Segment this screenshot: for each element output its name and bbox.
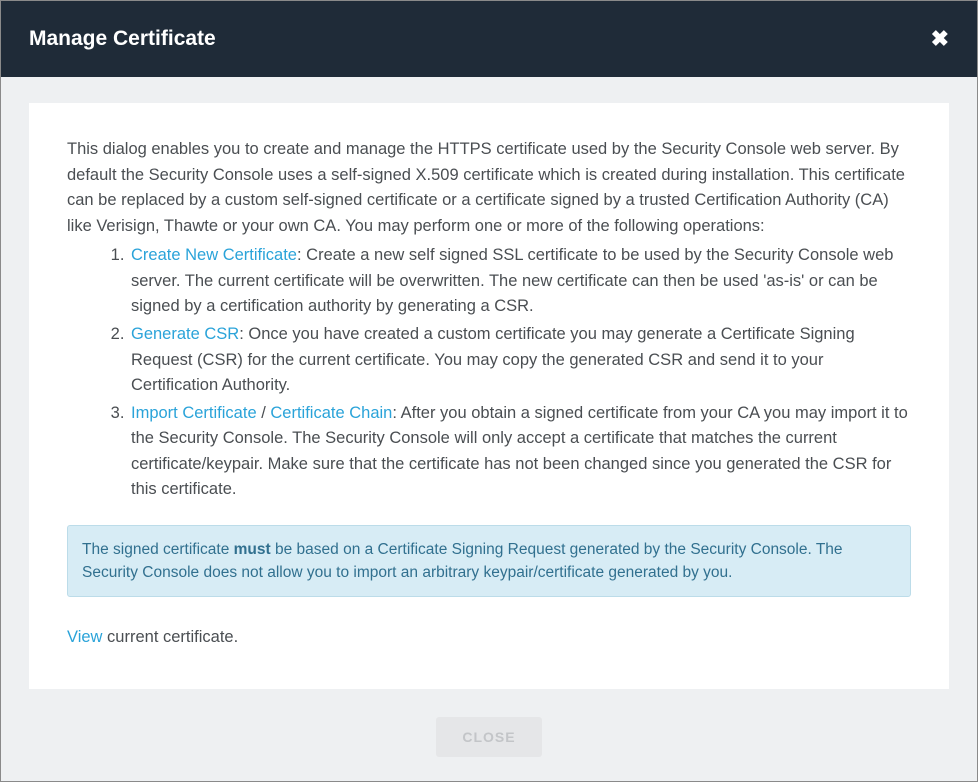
info-note: The signed certificate must be based on …: [67, 525, 911, 598]
info-must: must: [234, 541, 271, 558]
close-icon[interactable]: ✖: [931, 26, 949, 52]
view-current-certificate-link[interactable]: View: [67, 628, 102, 646]
create-new-certificate-link[interactable]: Create New Certificate: [131, 246, 297, 264]
op-sep: /: [257, 404, 271, 422]
manage-certificate-dialog: Manage Certificate ✖ This dialog enables…: [0, 0, 978, 782]
dialog-header: Manage Certificate ✖: [1, 1, 977, 77]
certificate-chain-link[interactable]: Certificate Chain: [270, 404, 392, 422]
dialog-footer: CLOSE: [29, 689, 949, 781]
op-text: : Once you have created a custom certifi…: [131, 325, 855, 394]
dialog-title: Manage Certificate: [29, 27, 216, 51]
view-text: current certificate.: [102, 628, 238, 646]
op-generate-csr: Generate CSR: Once you have created a cu…: [129, 322, 911, 399]
generate-csr-link[interactable]: Generate CSR: [131, 325, 239, 343]
import-certificate-link[interactable]: Import Certificate: [131, 404, 257, 422]
intro-text: This dialog enables you to create and ma…: [67, 137, 911, 239]
op-create-new-certificate: Create New Certificate: Create a new sel…: [129, 243, 911, 320]
op-import-certificate: Import Certificate / Certificate Chain: …: [129, 401, 911, 503]
operations-list: Create New Certificate: Create a new sel…: [67, 243, 911, 503]
content-card: This dialog enables you to create and ma…: [29, 103, 949, 689]
dialog-body: This dialog enables you to create and ma…: [1, 77, 977, 781]
info-pre: The signed certificate: [82, 541, 234, 558]
view-current-line: View current certificate.: [67, 625, 911, 651]
close-button[interactable]: CLOSE: [436, 717, 541, 757]
